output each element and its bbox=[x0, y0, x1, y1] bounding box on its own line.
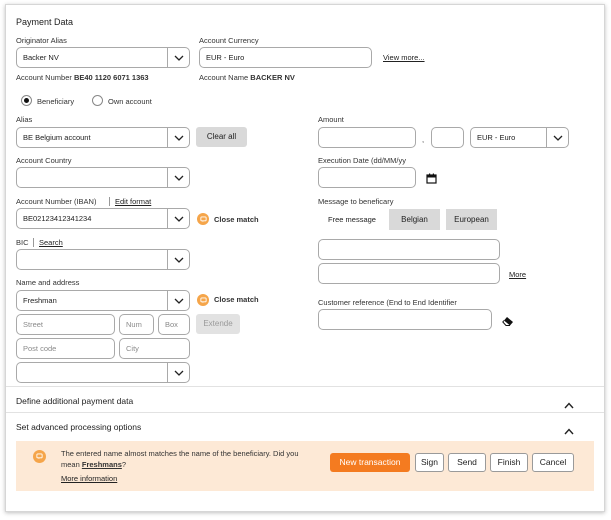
view-more-link[interactable]: View more... bbox=[383, 53, 425, 62]
chevron-down-icon bbox=[167, 363, 189, 382]
country-select-2[interactable] bbox=[16, 362, 190, 383]
postcode-input[interactable]: Post code bbox=[16, 338, 115, 359]
chevron-up-icon[interactable] bbox=[564, 422, 574, 435]
page-title: Payment Data bbox=[16, 17, 74, 27]
eraser-icon[interactable] bbox=[502, 314, 514, 326]
bic-search-link[interactable]: Search bbox=[33, 238, 63, 247]
new-transaction-button[interactable]: New transaction bbox=[330, 453, 410, 472]
name-select[interactable]: Freshman bbox=[16, 290, 190, 311]
message-label: Message to beneficary bbox=[318, 197, 394, 206]
originator-alias-select[interactable]: Backer NV bbox=[16, 47, 190, 68]
chevron-down-icon bbox=[167, 168, 189, 187]
advanced-processing-section-title[interactable]: Set advanced processing options bbox=[16, 422, 141, 432]
name-address-label: Name and address bbox=[16, 278, 80, 287]
account-name-label: Account Name bbox=[199, 73, 249, 82]
number-input[interactable]: Num bbox=[119, 314, 154, 335]
tab-belgian[interactable]: Belgian bbox=[389, 209, 440, 230]
own-account-radio-label: Own account bbox=[108, 97, 152, 106]
name-value: Freshman bbox=[23, 296, 57, 305]
finish-button[interactable]: Finish bbox=[490, 453, 528, 472]
chevron-down-icon bbox=[167, 209, 189, 228]
account-currency-label: Account Currency bbox=[199, 36, 259, 45]
bic-select[interactable] bbox=[16, 249, 190, 270]
street-input[interactable]: Street bbox=[16, 314, 115, 335]
chevron-down-icon bbox=[167, 291, 189, 310]
more-link[interactable]: More bbox=[509, 270, 526, 279]
bic-label: BIC bbox=[16, 238, 29, 247]
extend-button[interactable]: Extende bbox=[196, 314, 240, 334]
tab-free-message[interactable]: Free message bbox=[318, 209, 386, 230]
edit-format-link[interactable]: Edit format bbox=[109, 197, 151, 206]
originator-alias-value: Backer NV bbox=[23, 53, 59, 62]
divider bbox=[6, 386, 604, 387]
more-information-link[interactable]: More information bbox=[61, 474, 117, 483]
tab-european[interactable]: European bbox=[446, 209, 497, 230]
account-currency-field[interactable]: EUR - Euro bbox=[199, 47, 372, 68]
customer-reference-label: Customer reference (End to End Identifie… bbox=[318, 298, 457, 307]
send-button[interactable]: Send bbox=[448, 453, 486, 472]
customer-reference-input[interactable] bbox=[318, 309, 492, 330]
execution-date-label: Execution Date (dd/MM/yy bbox=[318, 156, 406, 165]
amount-decimal-input[interactable] bbox=[431, 127, 464, 148]
amount-currency-value: EUR - Euro bbox=[477, 133, 516, 142]
chevron-down-icon bbox=[167, 128, 189, 147]
iban-label: Account Number (IBAN) bbox=[16, 197, 97, 206]
chevron-down-icon bbox=[546, 128, 568, 147]
own-account-radio[interactable] bbox=[92, 95, 103, 106]
beneficiary-radio-label: Beneficiary bbox=[37, 97, 75, 106]
calendar-icon[interactable] bbox=[426, 171, 437, 184]
account-country-select[interactable] bbox=[16, 167, 190, 188]
sign-button[interactable]: Sign bbox=[415, 453, 444, 472]
payment-form-window: Payment Data Originator Alias Backer NV … bbox=[5, 4, 605, 512]
account-name-value: BACKER NV bbox=[250, 73, 295, 82]
originator-alias-label: Originator Alias bbox=[16, 36, 67, 45]
account-number-value: BE40 1120 6071 1363 bbox=[73, 73, 149, 82]
execution-date-input[interactable] bbox=[318, 167, 416, 188]
cancel-button[interactable]: Cancel bbox=[532, 453, 574, 472]
alias-label: Alias bbox=[16, 115, 33, 124]
notice-bar: The entered name almost matches the name… bbox=[16, 441, 594, 491]
notice-suggested-name[interactable]: Freshmans bbox=[82, 460, 122, 469]
amount-decimal-separator: , bbox=[422, 135, 425, 144]
notice-text-2-post: ? bbox=[121, 460, 127, 469]
alias-value: BE Belgium account bbox=[23, 133, 91, 142]
additional-payment-section-title[interactable]: Define additional payment data bbox=[16, 396, 133, 406]
amount-integer-input[interactable] bbox=[318, 127, 416, 148]
clear-all-button[interactable]: Clear all bbox=[196, 127, 247, 147]
notice-text: The entered name almost matches the name… bbox=[61, 449, 299, 458]
close-match-label: Close match bbox=[214, 215, 259, 224]
message-line-1[interactable] bbox=[318, 239, 500, 260]
message-line-2[interactable] bbox=[318, 263, 500, 284]
close-match-label-2: Close match bbox=[214, 295, 259, 304]
chevron-up-icon[interactable] bbox=[564, 396, 574, 409]
account-number-label: Account Number bbox=[16, 73, 72, 82]
iban-value: BE02123412341234 bbox=[23, 214, 92, 223]
iban-select[interactable]: BE02123412341234 bbox=[16, 208, 190, 229]
notice-text-2-pre: mean bbox=[61, 460, 82, 469]
amount-currency-select[interactable]: EUR - Euro bbox=[470, 127, 569, 148]
account-country-label: Account Country bbox=[16, 156, 72, 165]
amount-label: Amount bbox=[318, 115, 344, 124]
warning-icon bbox=[197, 294, 209, 306]
box-input[interactable]: Box bbox=[158, 314, 190, 335]
divider bbox=[6, 412, 604, 413]
chevron-down-icon bbox=[167, 48, 189, 67]
warning-icon bbox=[197, 213, 209, 225]
beneficiary-radio[interactable] bbox=[21, 95, 32, 106]
warning-icon bbox=[33, 450, 46, 463]
chevron-down-icon bbox=[167, 250, 189, 269]
alias-select[interactable]: BE Belgium account bbox=[16, 127, 190, 148]
city-input[interactable]: City bbox=[119, 338, 190, 359]
